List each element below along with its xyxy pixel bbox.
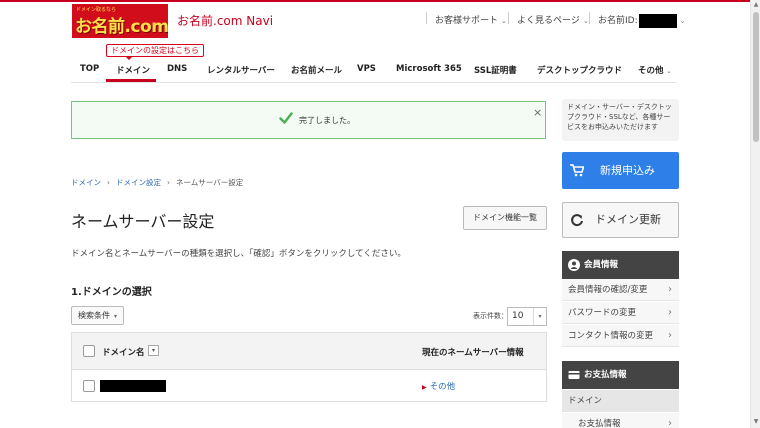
logo-wordmark: お名前.com bbox=[75, 17, 168, 37]
domain-table: ドメイン名 ▾ 現在のネームサーバー情報 ▶ その他 bbox=[71, 332, 547, 402]
col-domain-name: ドメイン名 bbox=[102, 348, 145, 358]
page-title: ネームサーバー設定 bbox=[71, 212, 215, 231]
display-count-select[interactable]: 10 ▾ bbox=[507, 307, 547, 326]
search-condition-button[interactable]: 検索条件 ▾ bbox=[71, 306, 124, 325]
sidebar-item-member-info[interactable]: 会員情報の確認/変更 › bbox=[562, 279, 679, 301]
nav-top[interactable]: TOP bbox=[80, 64, 99, 74]
scroll-up-icon[interactable]: ▲ bbox=[752, 1, 760, 9]
success-message: 完了しました。 bbox=[299, 116, 355, 125]
chevron-right-icon: › bbox=[668, 284, 672, 295]
sidebar-item-payment[interactable]: お支払情報 › bbox=[562, 413, 679, 428]
navi-title: お名前.com Navi bbox=[177, 14, 274, 28]
nav-domain[interactable]: ドメイン bbox=[116, 64, 150, 76]
chevron-right-icon: › bbox=[668, 418, 672, 428]
sidebar-item-label: ドメイン bbox=[568, 396, 603, 406]
header-divider bbox=[508, 12, 509, 24]
domain-settings-tooltip: ドメインの設定はこちら bbox=[106, 44, 204, 60]
customer-support-label: お客様サポート bbox=[435, 16, 499, 26]
success-alert: 完了しました。 × bbox=[71, 101, 546, 139]
nav-divider bbox=[71, 82, 676, 83]
domain-renew-label: ドメイン更新 bbox=[595, 213, 661, 226]
chevron-down-icon: ▾ bbox=[114, 313, 118, 320]
table-header: ドメイン名 ▾ 現在のネームサーバー情報 bbox=[72, 333, 546, 370]
domain-renew-button[interactable]: ドメイン更新 bbox=[562, 202, 679, 238]
chevron-right-icon: › bbox=[167, 178, 170, 187]
chevron-right-icon: › bbox=[668, 330, 672, 341]
service-promo-text: ドメイン・サーバー・デスクトップクラウド・SSLなど、各種サービスをお申込みいた… bbox=[562, 99, 679, 141]
chevron-right-icon: › bbox=[107, 178, 110, 187]
user-icon bbox=[568, 259, 580, 271]
page-scrollbar[interactable]: ▲ ▼ bbox=[750, 0, 760, 428]
scrollbar-thumb[interactable] bbox=[753, 12, 759, 142]
domain-functions-button[interactable]: ドメイン機能一覧 bbox=[463, 206, 547, 230]
chevron-right-icon: › bbox=[668, 307, 672, 318]
breadcrumb: ドメイン › ドメイン設定 › ネームサーバー設定 bbox=[71, 177, 243, 188]
nav-other[interactable]: その他 ⌄ bbox=[638, 64, 672, 76]
nav-microsoft365[interactable]: Microsoft 365 bbox=[396, 64, 462, 74]
col-nameserver: 現在のネームサーバー情報 bbox=[422, 348, 524, 358]
member-id-menu[interactable]: お名前ID: ⌄ bbox=[598, 13, 686, 28]
check-icon bbox=[279, 112, 293, 124]
breadcrumb-domain-settings[interactable]: ドメイン設定 bbox=[116, 178, 161, 187]
header-divider bbox=[426, 12, 427, 24]
renew-icon bbox=[571, 214, 583, 227]
global-nav: TOP ドメイン DNS レンタルサーバー お名前メール VPS Microso… bbox=[71, 58, 676, 82]
customer-support-menu[interactable]: お客様サポート ⌄ bbox=[435, 13, 507, 26]
display-count-value: 10 bbox=[512, 311, 524, 321]
member-id-label: お名前ID: bbox=[598, 16, 638, 26]
nameserver-other-link[interactable]: ▶ その他 bbox=[422, 380, 455, 392]
new-application-label: 新規申込み bbox=[600, 164, 655, 177]
chevron-down-icon: ⌄ bbox=[501, 17, 507, 25]
search-condition-label: 検索条件 bbox=[78, 311, 110, 320]
faq-label: よく見るページ bbox=[517, 16, 580, 26]
sidebar-item-password[interactable]: パスワードの変更 › bbox=[562, 302, 679, 324]
sidebar-item-label: お支払情報 bbox=[578, 419, 621, 428]
payment-info-header: お支払情報 bbox=[562, 361, 679, 389]
sort-button[interactable]: ▾ bbox=[148, 345, 159, 356]
member-info-title: 会員情報 bbox=[584, 260, 619, 270]
header-divider bbox=[589, 12, 590, 24]
nav-desktop-cloud[interactable]: デスクトップクラウド bbox=[537, 64, 622, 76]
member-id-redacted bbox=[638, 13, 677, 28]
row-checkbox[interactable] bbox=[83, 380, 95, 392]
chevron-down-icon: ▾ bbox=[533, 308, 546, 325]
top-accent-line bbox=[0, 0, 760, 2]
nav-vps[interactable]: VPS bbox=[357, 64, 376, 74]
sidebar-item-contact[interactable]: コンタクト情報の変更 › bbox=[562, 325, 679, 347]
sidebar-item-label: パスワードの変更 bbox=[568, 308, 637, 318]
scroll-down-icon[interactable]: ▼ bbox=[752, 418, 760, 426]
triangle-right-icon: ▶ bbox=[422, 384, 427, 391]
select-all-checkbox[interactable] bbox=[83, 345, 95, 357]
sidebar-item-domain[interactable]: ドメイン bbox=[562, 390, 679, 412]
breadcrumb-current: ネームサーバー設定 bbox=[176, 178, 244, 187]
sidebar-item-label: 会員情報の確認/変更 bbox=[568, 285, 648, 295]
nav-other-label: その他 bbox=[638, 66, 664, 76]
page-description: ドメイン名とネームサーバーの種類を選択し、「確認」ボタンをクリックしてください。 bbox=[71, 249, 406, 259]
faq-menu[interactable]: よく見るページ ⌄ bbox=[517, 13, 589, 26]
new-application-button[interactable]: 新規申込み bbox=[562, 152, 679, 189]
nav-dns[interactable]: DNS bbox=[167, 64, 187, 74]
payment-info-title: お支払情報 bbox=[584, 370, 627, 380]
chevron-down-icon: ⌄ bbox=[582, 17, 589, 25]
cart-icon bbox=[570, 164, 584, 177]
nav-rental-server[interactable]: レンタルサーバー bbox=[207, 64, 275, 76]
nav-ssl[interactable]: SSL証明書 bbox=[474, 64, 517, 76]
domain-name-redacted bbox=[100, 380, 166, 392]
close-icon[interactable]: × bbox=[533, 106, 542, 119]
member-info-header: 会員情報 bbox=[562, 251, 679, 279]
display-count-label: 表示件数： bbox=[473, 312, 508, 320]
chevron-down-icon: ⌄ bbox=[666, 68, 672, 75]
onamae-logo[interactable]: ドメイン取るなら お名前.com bbox=[72, 4, 168, 38]
nav-mail[interactable]: お名前メール bbox=[291, 64, 342, 76]
chevron-down-icon: ⌄ bbox=[679, 17, 686, 25]
sidebar-item-label: コンタクト情報の変更 bbox=[568, 331, 654, 341]
section-title: 1.ドメインの選択 bbox=[71, 287, 152, 298]
nameserver-value: その他 bbox=[429, 382, 456, 392]
payment-icon bbox=[568, 371, 580, 379]
breadcrumb-domain[interactable]: ドメイン bbox=[71, 178, 101, 187]
